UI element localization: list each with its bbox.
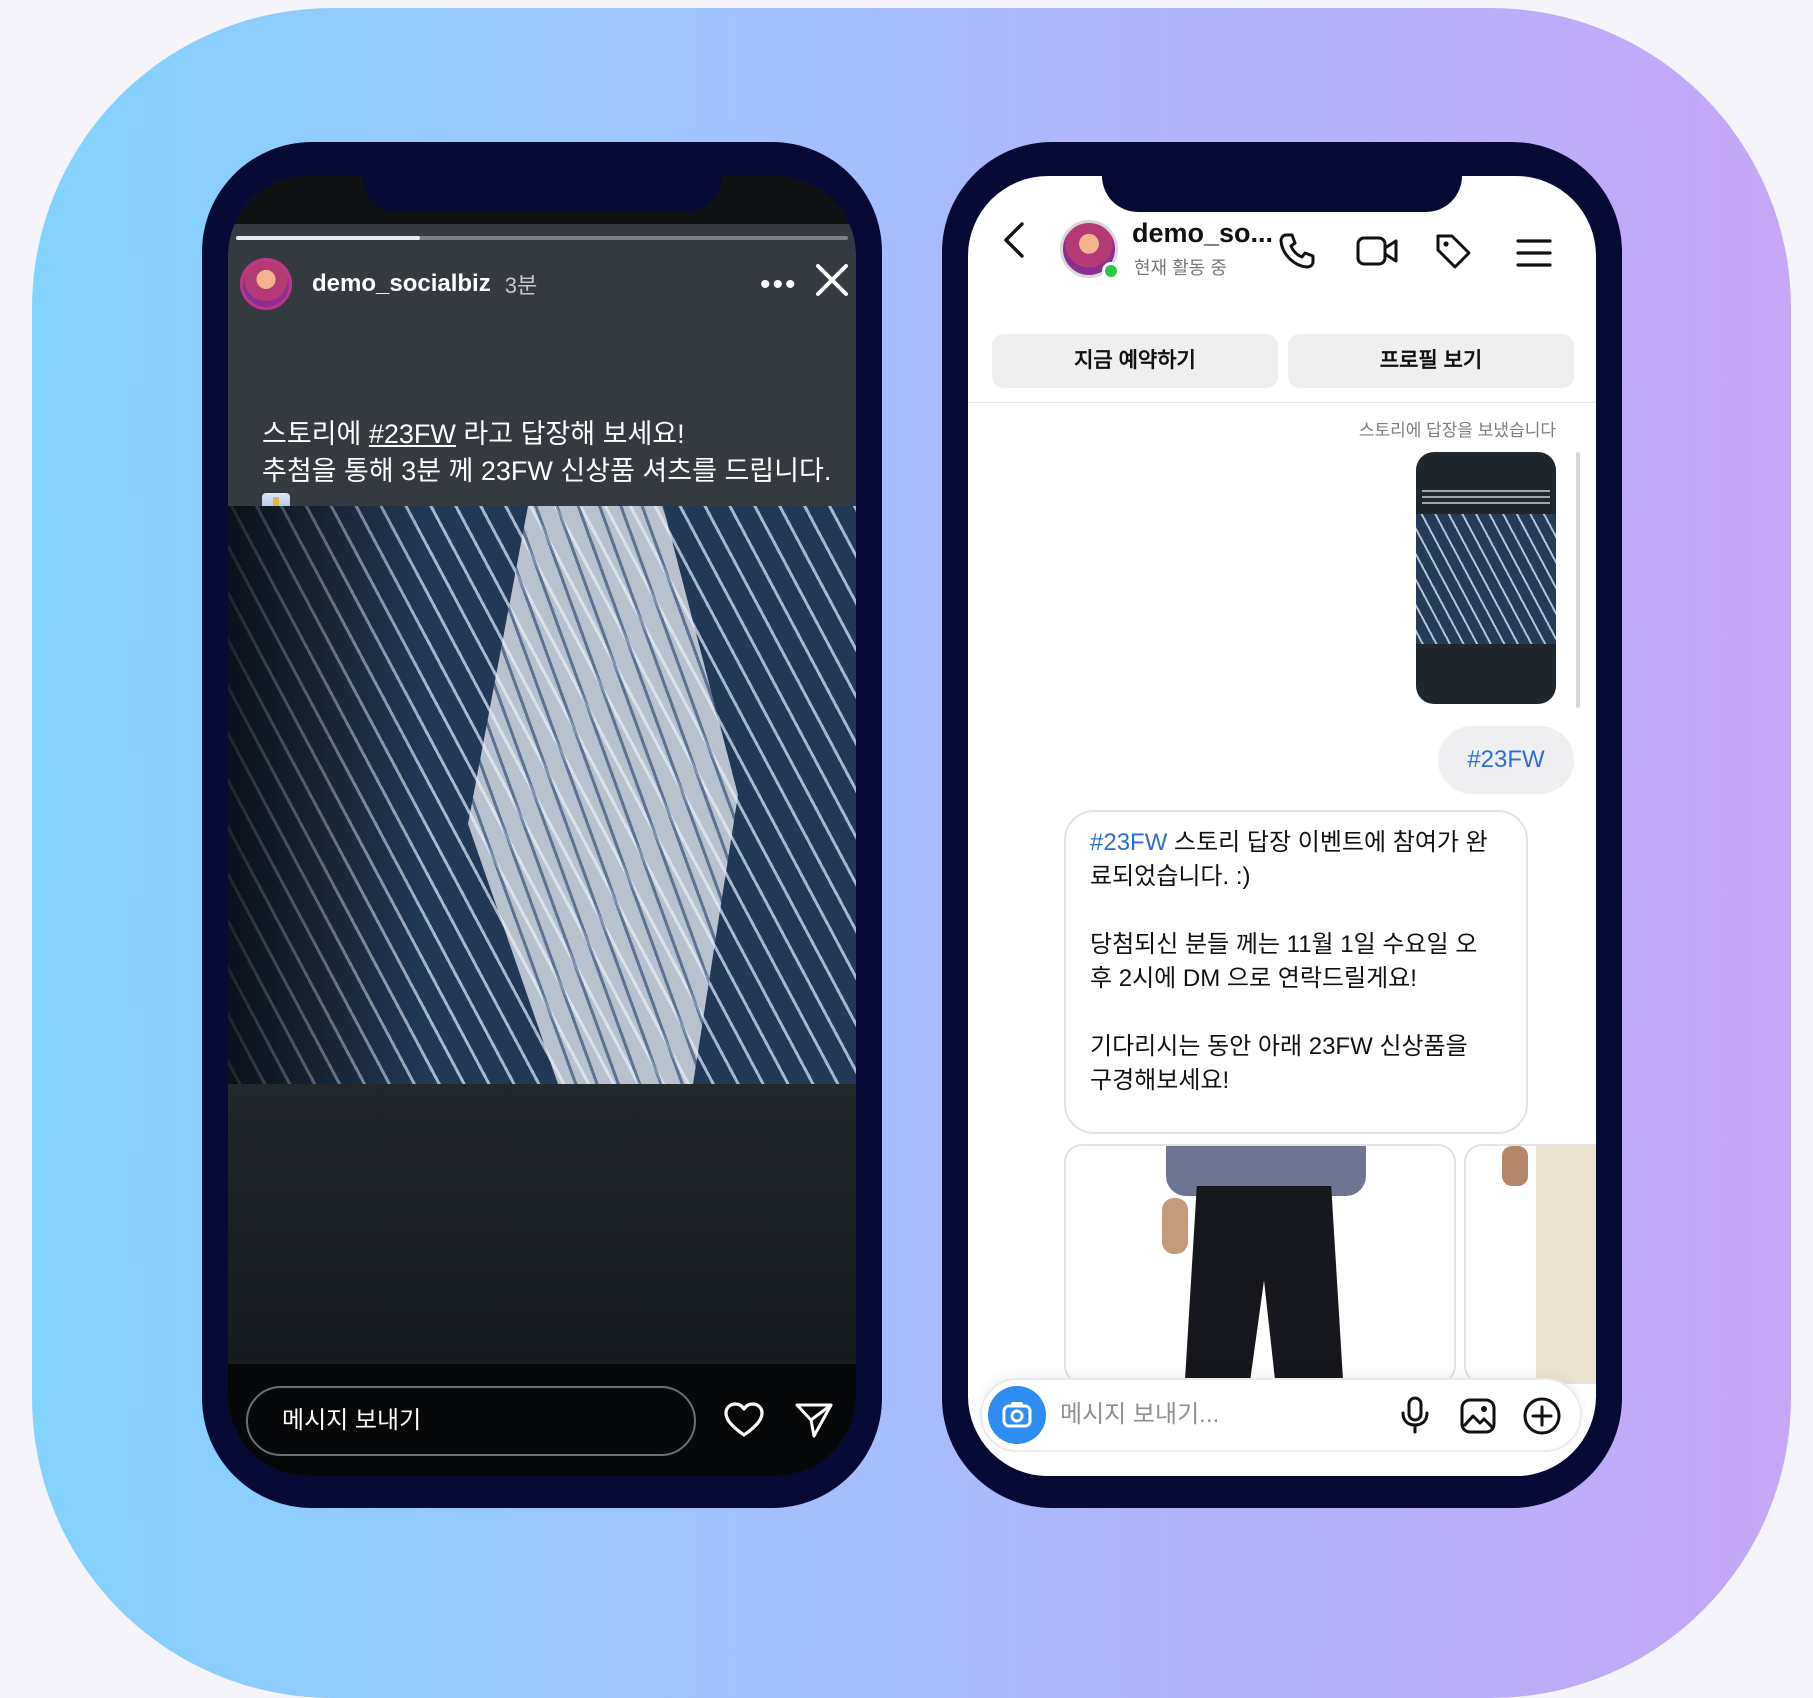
home-indicator-area — [968, 1462, 1596, 1476]
story-time: 3분 — [504, 273, 538, 298]
caption-text: 라고 답장해 보세요! — [455, 419, 685, 449]
message-hashtag[interactable]: #23FW — [1090, 829, 1167, 856]
online-status-dot — [1102, 262, 1120, 280]
view-profile-button[interactable]: 프로필 보기 — [1288, 334, 1574, 388]
image-icon[interactable] — [1460, 1398, 1496, 1434]
shirt-collar-shape — [468, 506, 738, 1084]
dm-active-status: 현재 활동 중 — [1134, 258, 1227, 278]
story-progress-fill — [236, 236, 420, 240]
video-icon[interactable] — [1356, 234, 1398, 268]
product-card[interactable] — [1064, 1144, 1456, 1384]
sent-message-bubble[interactable]: #23FW — [1438, 726, 1574, 794]
menu-icon[interactable] — [1516, 238, 1552, 268]
story-background — [228, 1084, 856, 1364]
story-screen: demo_socialbiz 3분 ••• 스토리에 #23FW 라고 답장해 … — [228, 176, 856, 1476]
received-message-bubble[interactable]: #23FW 스토리 답장 이벤트에 참여가 완 료되었습니다. :) 당첨되신 … — [1064, 810, 1528, 1134]
story-footer: 메시지 보내기 — [228, 1364, 856, 1476]
product-card[interactable] — [1464, 1144, 1596, 1384]
phone-story: demo_socialbiz 3분 ••• 스토리에 #23FW 라고 답장해 … — [202, 142, 882, 1508]
close-icon[interactable] — [810, 258, 854, 302]
product-image — [1184, 1186, 1344, 1382]
message-text: 스토리 답장 이벤트에 참여가 완 — [1167, 829, 1488, 856]
photo-shadow — [228, 506, 428, 1084]
message-text: 당첨되신 분들 께는 11월 1일 수요일 오 — [1090, 931, 1478, 958]
story-reply-note: 스토리에 답장을 보냈습니다 — [1358, 421, 1556, 440]
camera-icon — [1002, 1402, 1032, 1428]
send-icon[interactable] — [794, 1400, 834, 1440]
plus-icon[interactable] — [1522, 1396, 1562, 1436]
message-input[interactable]: 메시지 보내기... — [1060, 1380, 1219, 1450]
story-header: demo_socialbiz 3분 ••• — [240, 256, 850, 312]
story-reply-thumbnail[interactable] — [1416, 452, 1556, 704]
camera-button[interactable] — [988, 1386, 1046, 1444]
story-username[interactable]: demo_socialbiz — [312, 270, 491, 298]
message-text: 료되었습니다. :) — [1090, 863, 1251, 890]
dm-username[interactable]: demo_so... — [1132, 218, 1273, 249]
avatar[interactable] — [240, 258, 292, 310]
story-message-input[interactable]: 메시지 보내기 — [246, 1386, 696, 1456]
product-image — [1502, 1146, 1528, 1186]
dm-screen: demo_so... 현재 활동 중 지금 예약하기 프로필 보기 스토리에 답… — [968, 176, 1596, 1476]
phone-dm: demo_so... 현재 활동 중 지금 예약하기 프로필 보기 스토리에 답… — [942, 142, 1622, 1508]
message-spacer — [1090, 996, 1502, 1030]
caption-text: 추첨을 통해 3분 께 23FW 신상품 셔츠를 드립니다. — [262, 456, 832, 486]
scrollbar[interactable] — [1576, 452, 1580, 708]
tag-icon[interactable] — [1434, 232, 1472, 270]
thumbnail-caption — [1422, 490, 1550, 508]
product-image — [1536, 1146, 1596, 1382]
message-text: 구경해보세요! — [1090, 1067, 1230, 1094]
story-photo — [228, 506, 856, 1084]
divider — [968, 402, 1596, 403]
heart-icon[interactable] — [724, 1402, 764, 1438]
message-composer: 메시지 보내기... — [980, 1378, 1582, 1452]
message-spacer — [1090, 894, 1502, 928]
caption-hashtag[interactable]: #23FW — [369, 419, 456, 449]
message-text: 후 2시에 DM 으로 연락드릴게요! — [1090, 965, 1417, 992]
product-image — [1162, 1198, 1188, 1254]
story-progress-bar — [236, 236, 848, 240]
message-text: 기다리시는 동안 아래 23FW 신상품을 — [1090, 1033, 1468, 1060]
caption-text: 스토리에 — [262, 419, 369, 449]
book-now-button[interactable]: 지금 예약하기 — [992, 334, 1278, 388]
mic-icon[interactable] — [1400, 1396, 1430, 1434]
thumbnail-photo — [1416, 514, 1556, 644]
back-icon[interactable] — [1002, 220, 1026, 260]
phone-notch — [362, 176, 722, 212]
more-icon[interactable]: ••• — [760, 268, 798, 302]
phone-icon[interactable] — [1278, 232, 1316, 270]
phone-notch — [1102, 176, 1462, 212]
